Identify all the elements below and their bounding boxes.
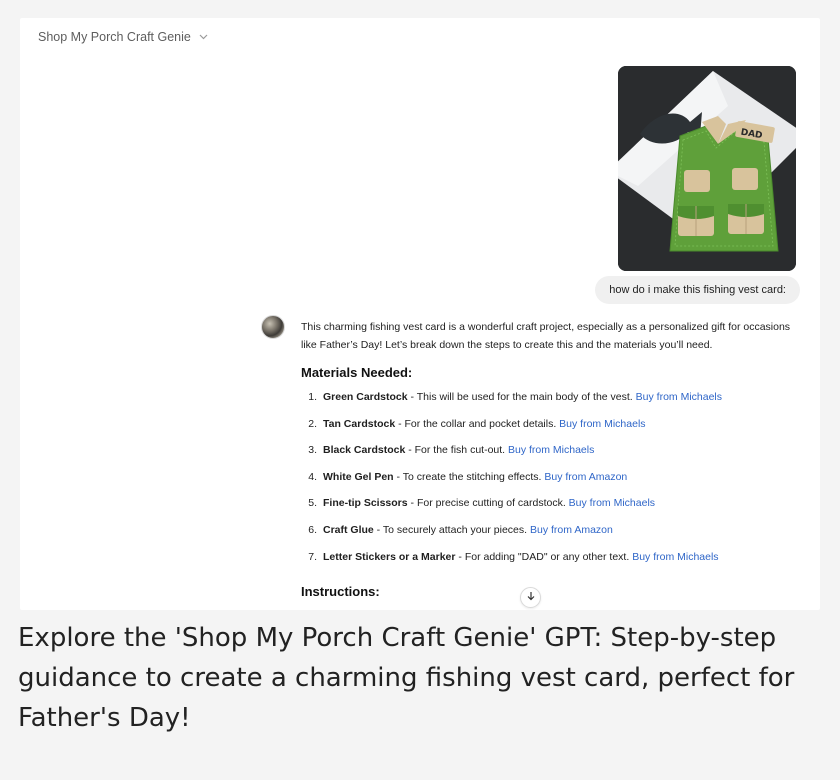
material-item: 6. Craft Glue - To securely attach your … — [301, 521, 801, 539]
instructions-heading: Instructions: — [301, 584, 380, 599]
gpt-title: Shop My Porch Craft Genie — [38, 30, 191, 44]
material-name: Tan Cardstock — [323, 417, 396, 430]
assistant-reply: This charming fishing vest card is a won… — [301, 318, 801, 574]
reply-intro: This charming fishing vest card is a won… — [301, 321, 791, 351]
item-number: 5. — [308, 497, 317, 510]
material-name: Fine-tip Scissors — [323, 497, 408, 510]
material-item: 5. Fine-tip Scissors - For precise cutti… — [301, 494, 801, 512]
material-name: Green Cardstock — [323, 391, 408, 403]
chat-panel: Shop My Porch Craft Genie DAD how do i m… — [20, 18, 820, 610]
item-text: Craft Glue - To securely attach your pie… — [323, 521, 613, 539]
item-text: Tan Cardstock - For the collar and pocke… — [323, 415, 646, 433]
material-name: Letter Stickers or a Marker — [323, 550, 456, 563]
item-number: 3. — [308, 444, 317, 457]
arrow-down-icon — [526, 591, 536, 604]
user-message-text: how do i make this fishing vest card: — [609, 284, 786, 296]
buy-link[interactable]: Buy from Michaels — [636, 391, 722, 403]
material-item: 7. Letter Stickers or a Marker - For add… — [301, 548, 801, 566]
fishing-vest-card-photo: DAD — [618, 66, 796, 271]
material-desc: - For the fish cut-out. — [405, 444, 508, 457]
material-desc: - For the collar and pocket details. — [395, 417, 560, 430]
item-text: Black Cardstock - For the fish cut-out. … — [323, 441, 594, 459]
item-text: Letter Stickers or a Marker - For adding… — [323, 548, 719, 566]
material-desc: - To create the stitching effects. — [393, 470, 545, 483]
material-item: 1. Green Cardstock - This will be used f… — [301, 388, 801, 406]
item-text: Fine-tip Scissors - For precise cutting … — [323, 494, 655, 512]
buy-link[interactable]: Buy from Michaels — [559, 418, 645, 430]
materials-list: 1. Green Cardstock - This will be used f… — [301, 388, 801, 566]
material-item: 2. Tan Cardstock - For the collar and po… — [301, 415, 801, 433]
scroll-to-bottom-button[interactable] — [520, 587, 541, 608]
material-name: White Gel Pen — [323, 470, 394, 483]
uploaded-craft-image[interactable]: DAD — [618, 66, 796, 271]
buy-link[interactable]: Buy from Michaels — [569, 497, 655, 509]
material-item: 3. Black Cardstock - For the fish cut-ou… — [301, 441, 801, 459]
item-number: 6. — [308, 523, 317, 536]
material-desc: - To securely attach your pieces. — [373, 523, 530, 536]
item-number: 4. — [308, 470, 317, 483]
item-number: 7. — [308, 550, 317, 563]
gpt-title-menu[interactable]: Shop My Porch Craft Genie — [38, 30, 208, 44]
materials-heading: Materials Needed: — [301, 365, 413, 380]
buy-link[interactable]: Buy from Amazon — [544, 471, 627, 483]
buy-link[interactable]: Buy from Michaels — [632, 551, 718, 563]
material-name: Craft Glue — [323, 523, 374, 536]
material-desc: - For precise cutting of cardstock. — [407, 497, 569, 510]
item-text: Green Cardstock - This will be used for … — [323, 388, 722, 406]
screenshot-frame: Shop My Porch Craft Genie DAD how do i m… — [0, 0, 840, 780]
material-desc: - For adding "DAD" or any other text. — [455, 550, 633, 563]
item-number: 2. — [308, 417, 317, 430]
chevron-down-icon — [199, 32, 208, 43]
material-desc: - This will be used for the main body of… — [407, 391, 636, 403]
gpt-avatar — [261, 315, 285, 339]
buy-link[interactable]: Buy from Michaels — [508, 444, 594, 456]
caption-text: Explore the 'Shop My Porch Craft Genie' … — [18, 623, 795, 733]
item-number: 1. — [308, 391, 317, 403]
buy-link[interactable]: Buy from Amazon — [530, 524, 613, 536]
user-message-bubble: how do i make this fishing vest card: — [595, 276, 800, 304]
material-item: 4. White Gel Pen - To create the stitchi… — [301, 468, 801, 486]
material-name: Black Cardstock — [323, 444, 406, 457]
item-text: White Gel Pen - To create the stitching … — [323, 468, 627, 486]
